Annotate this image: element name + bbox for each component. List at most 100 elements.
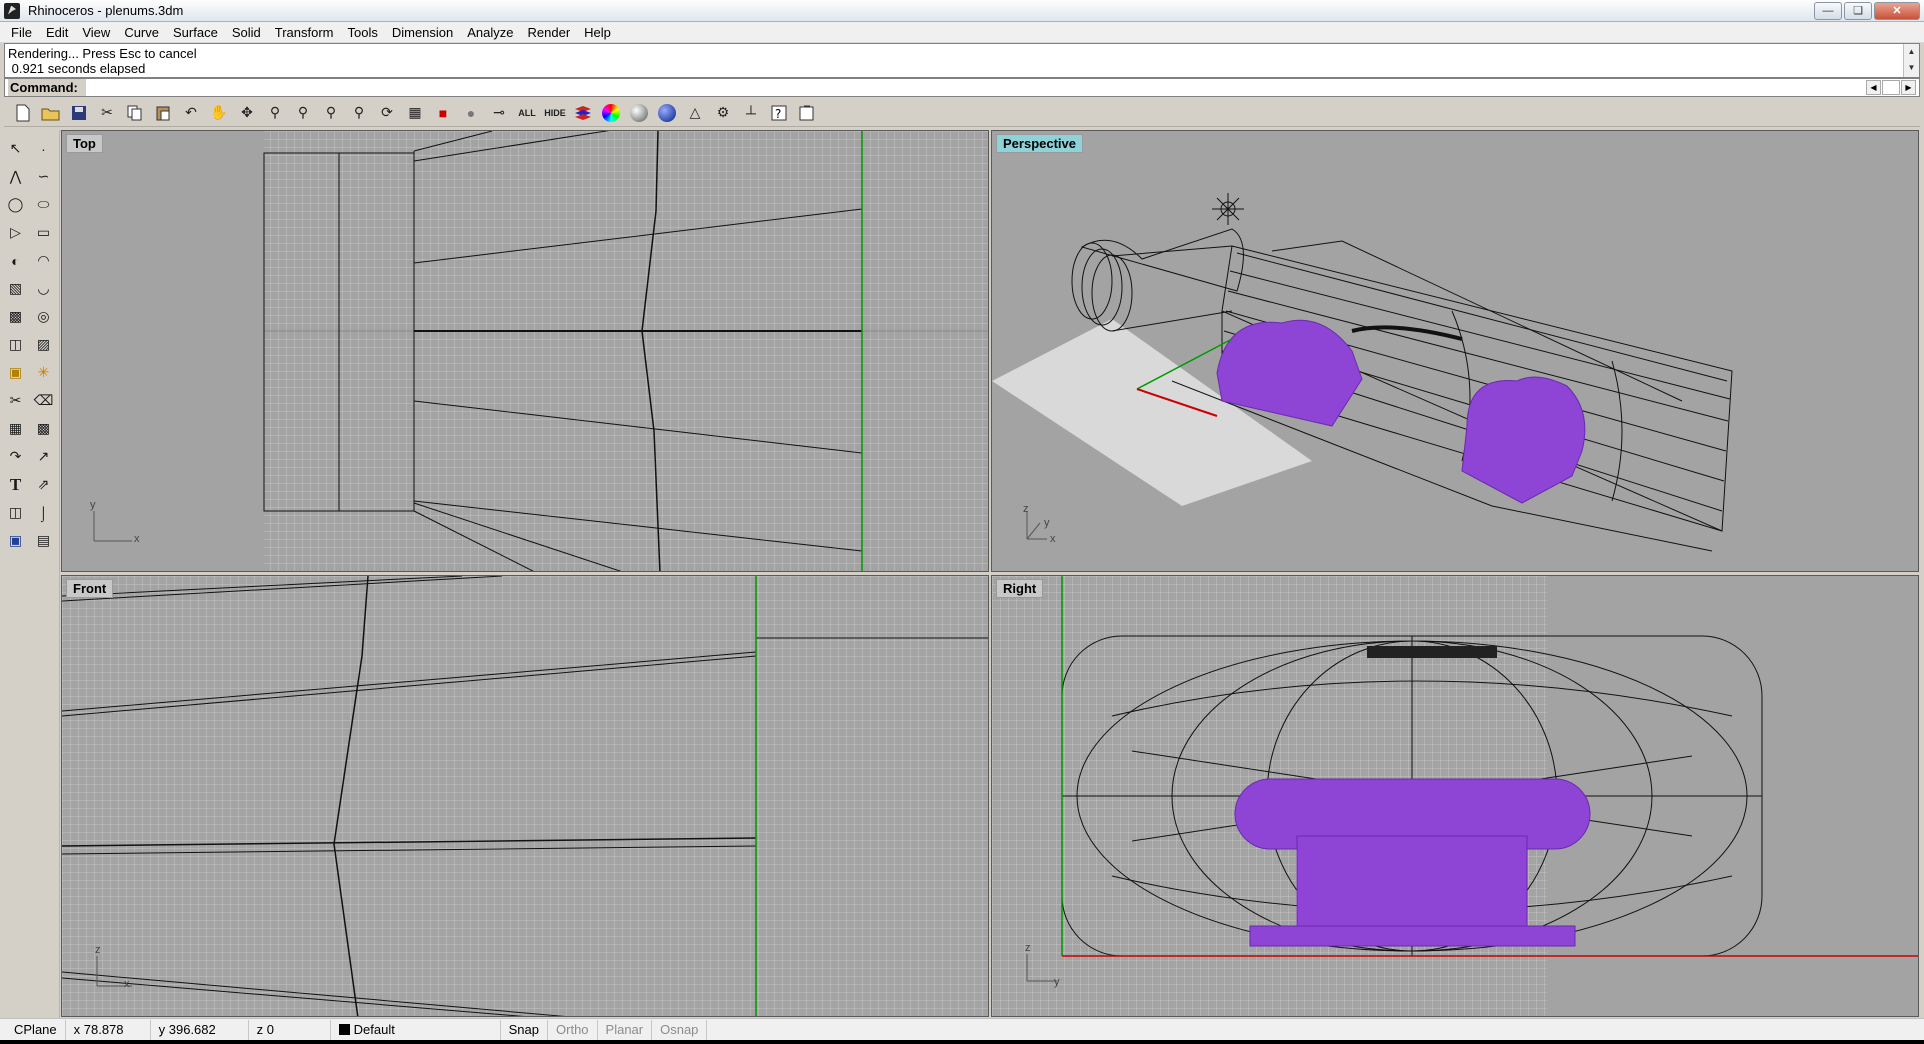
viewport-perspective[interactable]: Perspective x y z: [991, 130, 1919, 572]
close-button[interactable]: ✕: [1874, 2, 1920, 20]
layers-icon[interactable]: [570, 100, 596, 126]
menu-analyze[interactable]: Analyze: [460, 25, 520, 40]
menu-view[interactable]: View: [75, 25, 117, 40]
color-wheel-icon[interactable]: [598, 100, 624, 126]
window-title: Rhinoceros - plenums.3dm: [28, 3, 184, 18]
zoom-dynamic-icon[interactable]: ⚲: [262, 100, 288, 126]
menu-file[interactable]: File: [4, 25, 39, 40]
select-arrow-icon[interactable]: ↖: [3, 136, 28, 161]
trim-icon[interactable]: ✂: [3, 388, 28, 413]
copy-icon[interactable]: [122, 100, 148, 126]
zoom-extents-icon[interactable]: ⚲: [318, 100, 344, 126]
circle-icon[interactable]: ◯: [3, 192, 28, 217]
fillet-icon[interactable]: ◠: [31, 248, 56, 273]
extrude-icon[interactable]: ▨: [31, 332, 56, 357]
scale-icon[interactable]: ↗: [31, 444, 56, 469]
minimize-button[interactable]: —: [1814, 2, 1842, 20]
save-icon[interactable]: [66, 100, 92, 126]
transform-icon[interactable]: ↷: [3, 444, 28, 469]
undo-view-icon[interactable]: ⟳: [374, 100, 400, 126]
light-icon[interactable]: △: [682, 100, 708, 126]
hide-icon[interactable]: ●: [458, 100, 484, 126]
properties-icon[interactable]: [794, 100, 820, 126]
point-icon[interactable]: ·: [31, 136, 56, 161]
four-viewports-icon[interactable]: ▦: [402, 100, 428, 126]
car-icon[interactable]: ■: [430, 100, 456, 126]
menu-render[interactable]: Render: [521, 25, 578, 40]
menu-solid[interactable]: Solid: [225, 25, 268, 40]
restore-button[interactable]: ❏: [1844, 2, 1872, 20]
coordinate-z: z 0: [249, 1019, 331, 1040]
menu-help[interactable]: Help: [577, 25, 618, 40]
menu-dimension[interactable]: Dimension: [385, 25, 460, 40]
text-icon[interactable]: T: [3, 472, 28, 497]
render-sphere-icon[interactable]: [654, 100, 680, 126]
cylinder-icon[interactable]: ◫: [3, 332, 28, 357]
ortho-toggle[interactable]: Ortho: [548, 1019, 598, 1040]
show-icon[interactable]: ⊸: [486, 100, 512, 126]
menu-transform[interactable]: Transform: [268, 25, 341, 40]
zoom-window-icon[interactable]: ⚲: [290, 100, 316, 126]
rotate-view-icon[interactable]: ✥: [234, 100, 260, 126]
scroll-right-icon[interactable]: ▶: [1901, 80, 1916, 95]
cut-icon[interactable]: ✂: [94, 100, 120, 126]
help-icon[interactable]: ?: [766, 100, 792, 126]
new-file-icon[interactable]: [10, 100, 36, 126]
scroll-thumb[interactable]: [1882, 80, 1900, 95]
perspective-view-drawing: [992, 193, 1733, 552]
viewport-label-front[interactable]: Front: [66, 579, 114, 598]
paste-icon[interactable]: [150, 100, 176, 126]
command-scroll: ◀ ▶: [1866, 80, 1916, 95]
sun-light-icon: [1212, 193, 1244, 225]
polyline-icon[interactable]: ⋀: [3, 164, 28, 189]
sweep-icon[interactable]: ◡: [31, 276, 56, 301]
arc-icon[interactable]: ◐: [3, 248, 28, 273]
pan-hand-icon[interactable]: ✋: [206, 100, 232, 126]
axis-label-y: y: [90, 499, 96, 511]
gear-options-icon[interactable]: ⚙: [710, 100, 736, 126]
edit-point-icon[interactable]: ▣: [3, 360, 28, 385]
hide-button[interactable]: HIDE: [542, 100, 568, 126]
explode-icon[interactable]: ✳: [31, 360, 56, 385]
undo-icon[interactable]: ↶: [178, 100, 204, 126]
scroll-left-icon[interactable]: ◀: [1866, 80, 1881, 95]
surface-icon[interactable]: ▧: [3, 276, 28, 301]
menu-curve[interactable]: Curve: [117, 25, 166, 40]
osnap-toggle[interactable]: Osnap: [652, 1019, 708, 1040]
snap-toggle[interactable]: Snap: [501, 1019, 549, 1040]
menu-tools[interactable]: Tools: [340, 25, 384, 40]
viewport-top[interactable]: Top x y: [61, 130, 989, 572]
box-solid-icon[interactable]: ▩: [3, 304, 28, 329]
ungroup-icon[interactable]: ▩: [31, 416, 56, 441]
history-scrollbar[interactable]: ▲ ▼: [1903, 44, 1919, 77]
open-file-icon[interactable]: [38, 100, 64, 126]
viewport-label-right[interactable]: Right: [996, 579, 1044, 598]
menu-edit[interactable]: Edit: [39, 25, 75, 40]
cplane-indicator[interactable]: CPlane: [0, 1019, 66, 1040]
viewport-label-perspective[interactable]: Perspective: [996, 134, 1083, 153]
axis-label-x: x: [124, 978, 130, 990]
viewport-right[interactable]: Right y z: [991, 575, 1919, 1017]
grid-icon[interactable]: ▤: [31, 528, 56, 553]
show-all-button[interactable]: ALL: [514, 100, 540, 126]
viewport-label-top[interactable]: Top: [66, 134, 103, 153]
planar-toggle[interactable]: Planar: [598, 1019, 653, 1040]
boolean-icon[interactable]: ◎: [31, 304, 56, 329]
menu-surface[interactable]: Surface: [166, 25, 225, 40]
group-icon[interactable]: ▦: [3, 416, 28, 441]
viewport-front[interactable]: Front x z: [61, 575, 989, 1017]
current-layer[interactable]: Default: [331, 1019, 501, 1040]
ellipse-icon[interactable]: ⬭: [31, 192, 56, 217]
analyze-icon[interactable]: ◫: [3, 500, 28, 525]
split-icon[interactable]: ⌫: [31, 388, 56, 413]
array-icon[interactable]: ⇗: [31, 472, 56, 497]
render-window-icon[interactable]: ▣: [3, 528, 28, 553]
dimension-icon[interactable]: ┴: [738, 100, 764, 126]
shaded-sphere-icon[interactable]: [626, 100, 652, 126]
rectangle-icon[interactable]: ▭: [31, 220, 56, 245]
command-input[interactable]: [86, 79, 1866, 96]
zoom-selected-icon[interactable]: ⚲: [346, 100, 372, 126]
dimension-side-icon[interactable]: ⌡: [31, 500, 56, 525]
polygon-icon[interactable]: ▷: [3, 220, 28, 245]
curve-icon[interactable]: ∽: [31, 164, 56, 189]
